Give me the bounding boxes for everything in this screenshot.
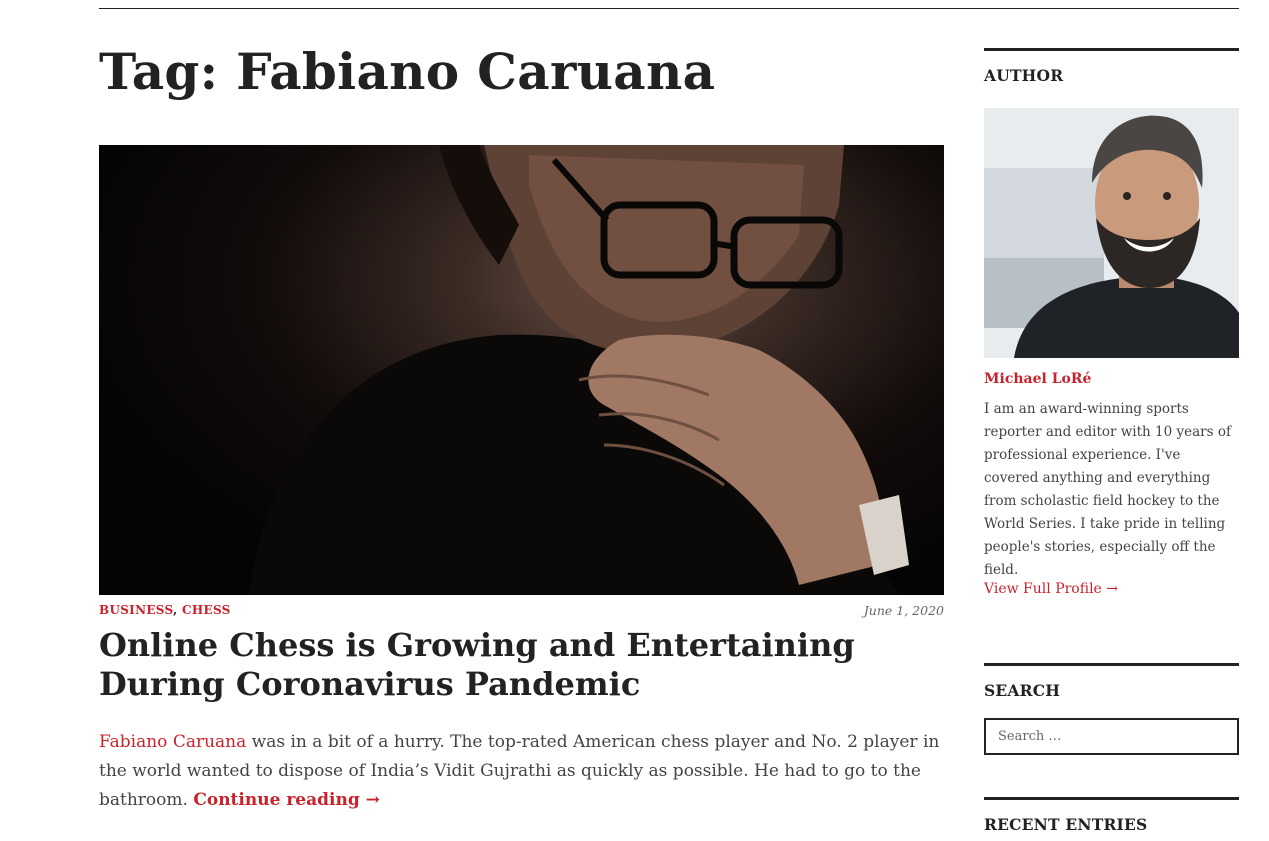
category-link-chess[interactable]: Chess [182, 603, 231, 617]
category-link-business[interactable]: Business [99, 603, 173, 617]
featured-photo-illustration [249, 145, 909, 595]
author-photo-illustration [984, 108, 1239, 358]
continue-reading-link[interactable]: Continue reading → [193, 790, 380, 810]
category-separator: , [173, 603, 183, 617]
author-avatar [984, 108, 1239, 358]
view-full-profile-link[interactable]: View Full Profile → [984, 581, 1118, 597]
author-name-link[interactable]: Michael LoRé [984, 371, 1091, 387]
author-widget-rule [984, 48, 1239, 51]
recent-entries-heading: Recent Entries [984, 815, 1148, 834]
search-widget-rule [984, 663, 1239, 666]
author-widget-heading: Author [984, 66, 1064, 85]
post-date: June 1, 2020 [863, 603, 944, 618]
post-title[interactable]: Online Chess is Growing and Entertaining… [99, 626, 949, 704]
post-excerpt: Fabiano Caruana was in a bit of a hurry.… [99, 728, 959, 815]
page-title: Tag: Fabiano Caruana [99, 42, 716, 101]
tag-link-fabiano-caruana[interactable]: Fabiano Caruana [99, 732, 246, 752]
post-categories: Business, Chess [99, 603, 231, 617]
header-rule [99, 8, 1239, 9]
search-widget-heading: Search [984, 681, 1061, 700]
recent-entries-widget-rule [984, 797, 1239, 800]
featured-image[interactable] [99, 145, 944, 595]
search-input[interactable] [984, 718, 1239, 755]
author-bio: I am an award-winning sports reporter an… [984, 401, 1231, 578]
